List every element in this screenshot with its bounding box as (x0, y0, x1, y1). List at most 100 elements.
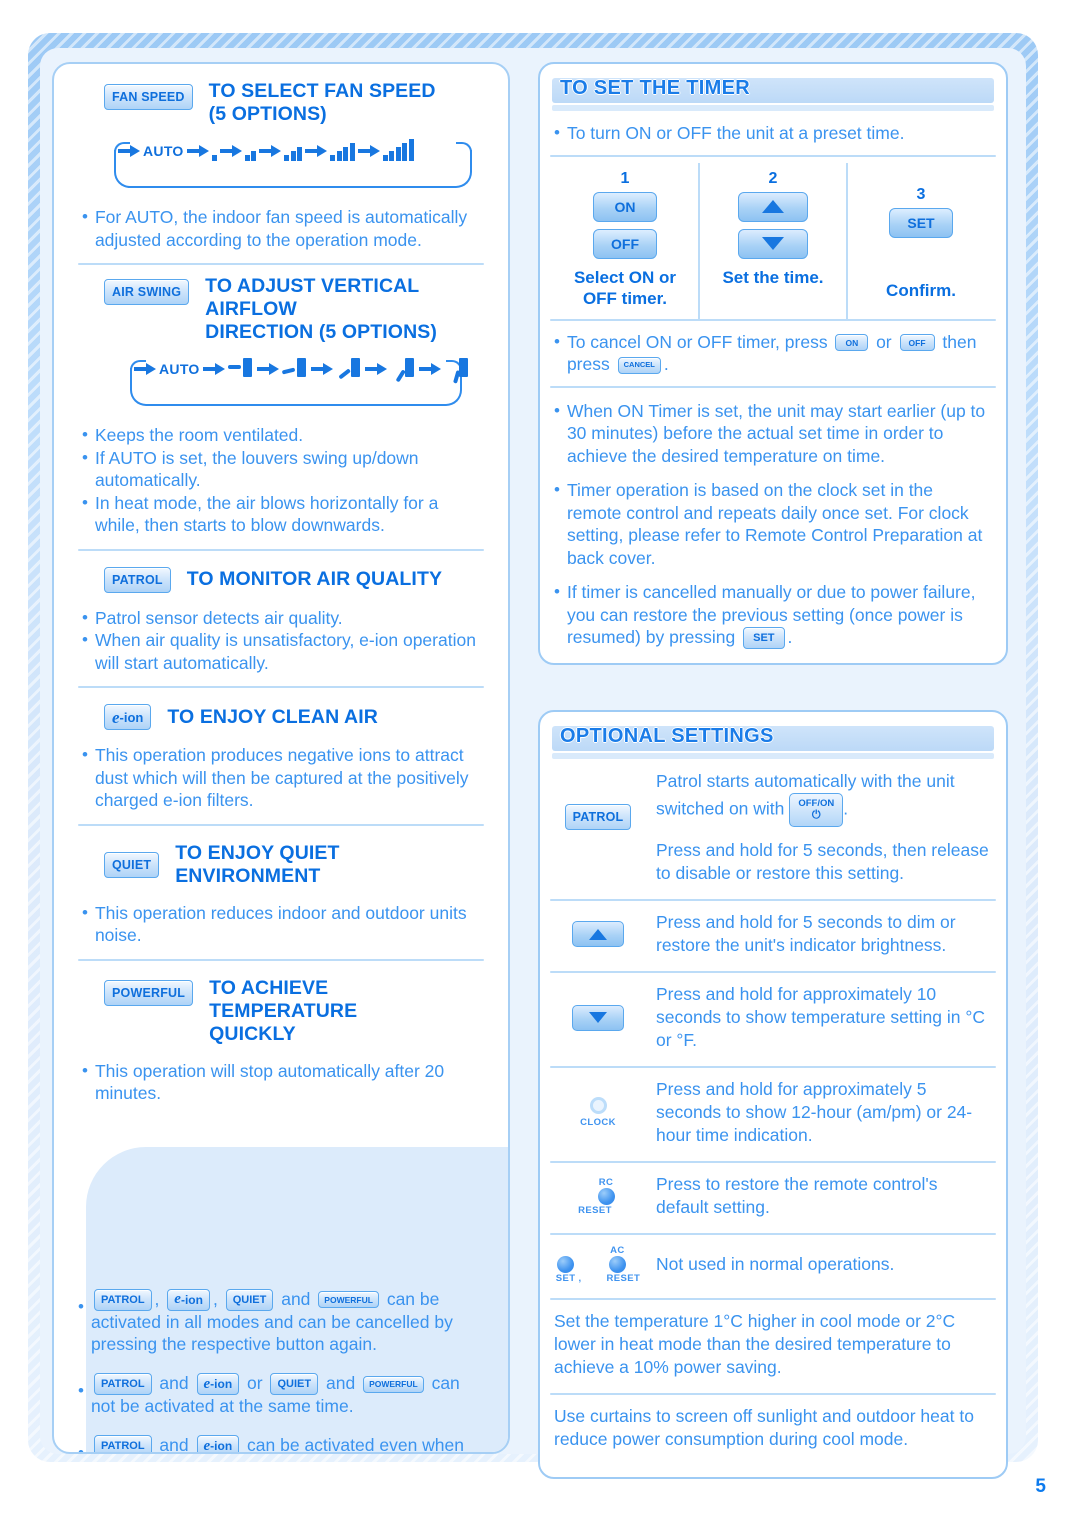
timer-set-button[interactable]: SET (743, 627, 785, 650)
patrol-button[interactable]: PATROL (93, 1288, 152, 1311)
fan-speed-bullet: • For AUTO, the indoor fan speed is auto… (82, 206, 480, 251)
timer-bullet: • When ON Timer is set, the unit may sta… (554, 400, 992, 468)
bullet-icon: • (82, 492, 88, 512)
note-2-conjunction-2: or (247, 1372, 263, 1393)
bullet-icon: • (82, 447, 88, 467)
e-ion-bullet-text: This operation produces negative ions to… (94, 745, 469, 810)
e-ion-button[interactable]: e -ion (167, 1288, 210, 1311)
e-ion-button[interactable]: e -ion (196, 1435, 240, 1452)
ac-label: AC (610, 1245, 625, 1257)
patrol-bullet-text: When air quality is unsatisfactory, e-io… (94, 630, 476, 673)
bullet-icon: • (554, 331, 560, 351)
ac-reset-button[interactable] (608, 1256, 626, 1274)
timer-off-button[interactable]: OFF (593, 228, 657, 259)
timer-up-arrow-button[interactable] (738, 191, 808, 222)
set-button[interactable] (557, 1256, 575, 1274)
powerful-button[interactable]: POWERFUL (104, 979, 194, 1006)
fan-speed-heading-line1: TO SELECT FAN SPEED (208, 80, 436, 102)
quiet-button[interactable]: QUIET (225, 1288, 274, 1311)
louver-position-5-icon (444, 354, 470, 384)
optional-row-down-arrow: Press and hold for approximately 10 seco… (540, 973, 1006, 1062)
air-swing-bullet-text: In heat mode, the air blows horizontally… (94, 492, 439, 536)
off-on-label: OFF/ON (798, 798, 835, 810)
patrol-bullet-text: Patrol sensor detects air quality. (94, 607, 343, 628)
bullet-icon: • (554, 480, 560, 499)
restore-note-post: . (787, 627, 793, 647)
bullet-icon: • (554, 582, 560, 601)
flow-arrow-icon (134, 363, 156, 375)
patrol-button[interactable]: PATROL (93, 1373, 152, 1396)
timer-step-1-caption-line1: Select ON or (573, 267, 677, 287)
timer-steps: 1 ON OFF Select ON or OFF timer. 2 Set t… (552, 162, 994, 319)
air-swing-auto-label: AUTO (159, 361, 200, 377)
timer-intro: • To turn ON or OFF the unit at a preset… (554, 122, 992, 145)
note-combination-rules: • PATROL, e -ion, QUIET and POWERFUL can … (78, 1288, 476, 1356)
timer-set-button[interactable]: SET (889, 207, 953, 238)
fan-speed-button[interactable]: FAN SPEED (104, 84, 193, 110)
timer-down-arrow-button[interactable] (738, 228, 808, 259)
note-unit-off-rules: • PATROL and e -ion can be activated even… (78, 1434, 476, 1454)
off-on-power-button[interactable]: OFF/ON ⏻ (789, 793, 844, 828)
timer-step-3-number: 3 (916, 185, 926, 203)
fan-speed-heading-line2: (5 OPTIONS) (208, 103, 327, 125)
timer-intro-text: To turn ON or OFF the unit at a preset t… (566, 123, 905, 143)
patrol-button[interactable]: PATROL (93, 1435, 152, 1452)
section-e-ion: ee-ion-ion TO ENJOY CLEAN AIR • This ope… (68, 688, 494, 820)
e-ion-button[interactable]: ee-ion-ion (104, 704, 152, 730)
clock-button[interactable] (589, 1097, 607, 1115)
down-arrow-button[interactable] (572, 1004, 624, 1031)
bullet-icon: • (78, 1442, 84, 1454)
fan-speed-level-5-icon (382, 139, 414, 161)
timer-off-button[interactable]: OFF (899, 334, 935, 352)
reset-label: RESET (578, 1204, 612, 1216)
air-swing-bullet: • If AUTO is set, the louvers swing up/d… (82, 447, 480, 492)
flow-arrow-icon (259, 145, 282, 157)
fan-speed-level-3-icon (284, 141, 303, 161)
cancel-note-pre: To cancel ON or OFF timer, press (566, 331, 828, 352)
timer-on-button[interactable]: ON (835, 334, 869, 352)
timer-step-1-number: 1 (620, 169, 630, 187)
patrol-bullet: • Patrol sensor detects air quality. (82, 607, 480, 630)
air-swing-bullet: • Keeps the room ventilated. (82, 424, 480, 447)
note-1-separator-2: , (212, 1288, 218, 1309)
fan-speed-level-2-icon (244, 141, 257, 161)
optional-row-set-ac-reset: SET , AC RESET Not used in normal operat… (540, 1235, 1006, 1294)
timer-divider (550, 154, 996, 157)
left-notes-group: • PATROL, e -ion, QUIET and POWERFUL can … (68, 1288, 494, 1454)
up-arrow-button[interactable] (572, 921, 624, 948)
air-swing-bullet-text: Keeps the room ventilated. (94, 425, 304, 445)
quiet-button[interactable]: QUIET (270, 1373, 319, 1396)
patrol-button[interactable]: PATROL (564, 804, 632, 831)
rc-reset-button[interactable] (597, 1187, 615, 1205)
e-ion-button[interactable]: e -ion (196, 1373, 240, 1396)
timer-step-1: 1 ON OFF Select ON or OFF timer. (552, 163, 698, 319)
bullet-icon: • (82, 902, 88, 922)
optional-patrol-text-post: . (843, 799, 849, 819)
optional-row-up-arrow: Press and hold for 5 seconds to dim or r… (540, 901, 1006, 967)
quiet-button[interactable]: QUIET (104, 851, 160, 878)
bullet-icon: • (82, 1060, 88, 1080)
set-label: SET (555, 1273, 576, 1285)
note-3-conjunction: and (159, 1434, 189, 1454)
timer-title: TO SET THE TIMER (560, 77, 750, 99)
patrol-button[interactable]: PATROL (104, 566, 171, 593)
power-icon: ⏻ (811, 809, 821, 822)
powerful-button[interactable]: POWERFUL (318, 1291, 379, 1309)
powerful-bullet: • This operation will stop automatically… (82, 1060, 480, 1105)
section-patrol: PATROL TO MONITOR AIR QUALITY • Patrol s… (68, 551, 494, 683)
timer-step-2-number: 2 (768, 169, 778, 187)
page-number: 5 (1035, 1476, 1046, 1497)
air-swing-button[interactable]: AIR SWING (104, 279, 190, 305)
timer-cancel-button[interactable]: CANCEL (617, 356, 661, 374)
timer-on-button[interactable]: ON (593, 191, 657, 222)
powerful-button[interactable]: POWERFUL (363, 1375, 424, 1393)
powerful-heading-line2: QUICKLY (209, 1022, 296, 1045)
timer-step-3: 3 SET Confirm. (846, 162, 994, 319)
optional-settings-title-bar: OPTIONAL SETTINGS (552, 722, 994, 762)
bullet-icon: • (554, 123, 560, 142)
optional-tip-curtains: Use curtains to screen off sunlight and … (554, 1406, 974, 1450)
flow-arrow-icon (118, 145, 140, 157)
bullet-icon: • (78, 1380, 84, 1400)
flow-arrow-icon (202, 363, 225, 375)
section-powerful: POWERFUL TO ACHIEVE TEMPERATURE QUICKLY … (68, 961, 494, 1113)
